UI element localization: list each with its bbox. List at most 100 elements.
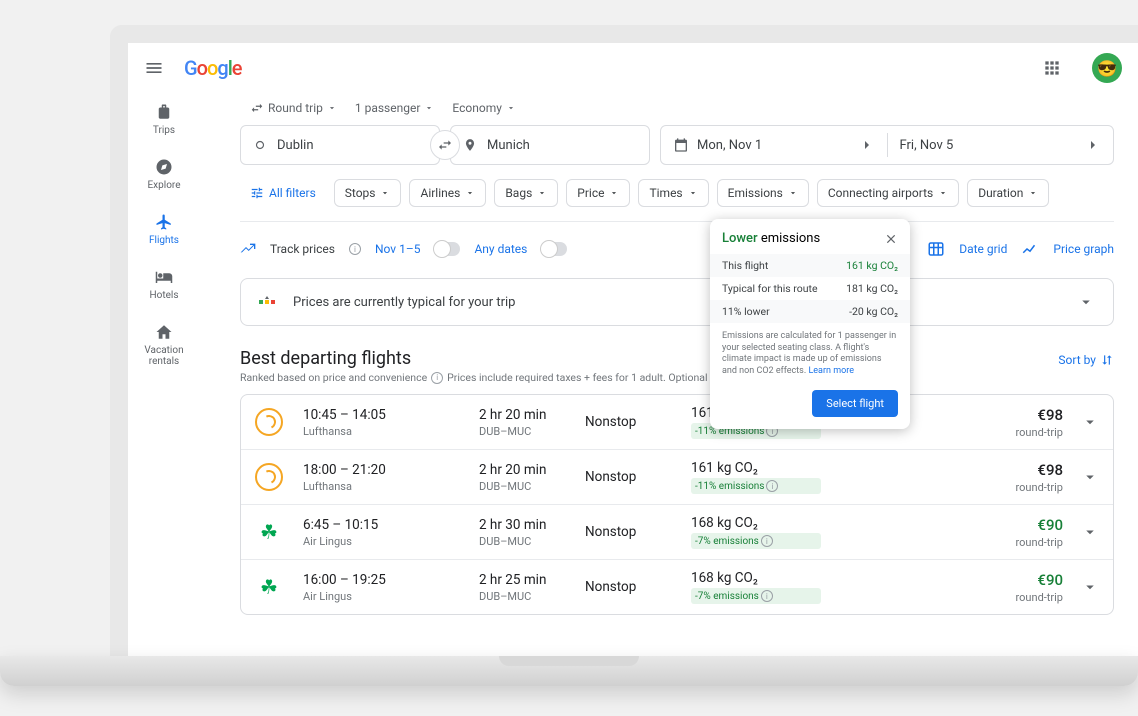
calendar-icon	[673, 137, 689, 153]
filter-chip-emissions[interactable]: Emissions	[717, 179, 809, 207]
chevron-down-icon	[506, 103, 516, 113]
price-note: round-trip	[983, 536, 1063, 549]
popover-row: This flight161 kg CO₂	[710, 254, 910, 277]
expand-icon[interactable]	[1081, 578, 1099, 596]
flight-price: €90	[983, 571, 1063, 589]
chevron-down-icon	[788, 188, 798, 198]
date-grid-link[interactable]: Date grid	[959, 242, 1007, 256]
section-subtitle-1: Ranked based on price and convenience	[240, 371, 427, 384]
trip-type-label: Round trip	[268, 101, 323, 115]
all-filters-button[interactable]: All filters	[240, 179, 326, 207]
expand-icon[interactable]	[1081, 468, 1099, 486]
popover-row-key: This flight	[722, 259, 768, 272]
flight-row[interactable]: 18:00 – 21:20Lufthansa2 hr 20 minDUB–MUC…	[241, 450, 1113, 505]
flight-route: DUB–MUC	[479, 590, 579, 603]
flight-stops: Nonstop	[585, 414, 685, 430]
aerlingus-logo-icon: ☘	[255, 573, 283, 601]
depart-date: Mon, Nov 1	[697, 138, 762, 153]
sidebar-item-trips[interactable]: Trips	[132, 99, 196, 140]
class-dropdown[interactable]: Economy	[452, 101, 516, 115]
sort-by-label: Sort by	[1058, 353, 1096, 367]
popover-row-key: 11% lower	[722, 305, 770, 318]
chevron-down-icon	[465, 188, 475, 198]
circle-icon	[253, 138, 267, 152]
swap-button[interactable]	[430, 130, 460, 160]
filter-chip-duration[interactable]: Duration	[967, 179, 1049, 207]
flight-route: DUB–MUC	[479, 535, 579, 548]
filter-chip-label: Duration	[978, 186, 1023, 200]
track-range-link[interactable]: Nov 1–5	[375, 242, 420, 256]
sidebar-label: Explore	[148, 180, 181, 191]
popover-row-value: 181 kg CO₂	[846, 282, 898, 295]
menu-icon[interactable]	[144, 58, 164, 78]
filter-chip-times[interactable]: Times	[638, 179, 708, 207]
lufthansa-logo-icon	[255, 408, 283, 436]
sidebar-label: Flights	[149, 235, 179, 246]
destination-value: Munich	[487, 138, 530, 153]
expand-icon[interactable]	[1081, 523, 1099, 541]
swap-horiz-icon	[250, 101, 264, 115]
destination-input[interactable]: Munich	[450, 125, 650, 165]
chevron-right-icon[interactable]	[859, 137, 875, 153]
chevron-right-icon[interactable]	[1085, 137, 1101, 153]
passengers-dropdown[interactable]: 1 passenger	[355, 101, 435, 115]
chevron-down-icon	[424, 103, 434, 113]
filter-chip-price[interactable]: Price	[566, 179, 630, 207]
close-icon[interactable]	[884, 232, 898, 246]
sidebar-item-vacation-rentals[interactable]: Vacation rentals	[132, 319, 196, 371]
flight-price: €98	[983, 406, 1063, 424]
flight-row[interactable]: ☘16:00 – 19:25Air Lingus2 hr 25 minDUB–M…	[241, 560, 1113, 614]
info-icon[interactable]: i	[766, 480, 778, 492]
pin-icon	[463, 138, 477, 152]
price-graph-icon	[1021, 240, 1039, 258]
flights-list: 10:45 – 14:05Lufthansa2 hr 20 minDUB–MUC…	[240, 394, 1114, 615]
return-date: Fri, Nov 5	[900, 138, 954, 153]
sidebar-item-explore[interactable]: Explore	[132, 154, 196, 195]
flight-duration: 2 hr 20 min	[479, 462, 579, 478]
sort-icon	[1100, 353, 1114, 367]
explore-icon	[155, 158, 173, 176]
sidebar-item-flights[interactable]: Flights	[132, 209, 196, 250]
track-range-toggle[interactable]	[434, 242, 460, 256]
google-logo[interactable]: Google	[184, 56, 242, 80]
info-icon[interactable]: i	[761, 590, 773, 602]
filter-chip-stops[interactable]: Stops	[334, 179, 402, 207]
banner-text: Prices are currently typical for your tr…	[293, 295, 515, 310]
track-any-link[interactable]: Any dates	[474, 242, 527, 256]
select-flight-button[interactable]: Select flight	[812, 390, 898, 417]
flight-row[interactable]: ☘6:45 – 10:15Air Lingus2 hr 30 minDUB–MU…	[241, 505, 1113, 560]
flight-row[interactable]: 10:45 – 14:05Lufthansa2 hr 20 minDUB–MUC…	[241, 395, 1113, 450]
info-icon[interactable]: i	[761, 535, 773, 547]
flight-airline: Lufthansa	[303, 480, 473, 493]
origin-input[interactable]: Dublin	[240, 125, 440, 165]
price-banner[interactable]: Prices are currently typical for your tr…	[240, 278, 1114, 326]
sort-by-button[interactable]: Sort by	[1058, 353, 1114, 367]
filter-chip-airlines[interactable]: Airlines	[409, 179, 486, 207]
sidebar-item-hotels[interactable]: Hotels	[132, 264, 196, 305]
filter-chip-label: Airlines	[420, 186, 460, 200]
lufthansa-logo-icon	[255, 463, 283, 491]
sidebar: Trips Explore Flights Hotels Vacation re…	[128, 93, 200, 656]
flight-route: DUB–MUC	[479, 425, 579, 438]
filter-chip-bags[interactable]: Bags	[494, 179, 558, 207]
chevron-down-icon[interactable]	[1077, 293, 1095, 311]
expand-icon[interactable]	[1081, 413, 1099, 431]
chevron-down-icon	[609, 188, 619, 198]
flight-route: DUB–MUC	[479, 480, 579, 493]
learn-more-link[interactable]: Learn more	[808, 366, 854, 376]
flight-duration: 2 hr 20 min	[479, 407, 579, 423]
apps-grid-icon[interactable]	[1042, 58, 1062, 78]
trip-type-dropdown[interactable]: Round trip	[250, 101, 337, 115]
filter-chip-connecting-airports[interactable]: Connecting airports	[817, 179, 959, 207]
price-graph-link[interactable]: Price graph	[1053, 242, 1114, 256]
chevron-down-icon	[938, 188, 948, 198]
price-note: round-trip	[983, 426, 1063, 439]
track-any-toggle[interactable]	[541, 242, 567, 256]
flight-duration: 2 hr 30 min	[479, 517, 579, 533]
user-avatar[interactable]: 😎	[1092, 53, 1122, 83]
info-icon[interactable]: i	[431, 372, 443, 384]
info-icon[interactable]: i	[349, 243, 361, 255]
date-grid-icon	[927, 240, 945, 258]
date-picker[interactable]: Mon, Nov 1 Fri, Nov 5	[660, 125, 1114, 165]
flight-airline: Air Lingus	[303, 590, 473, 603]
